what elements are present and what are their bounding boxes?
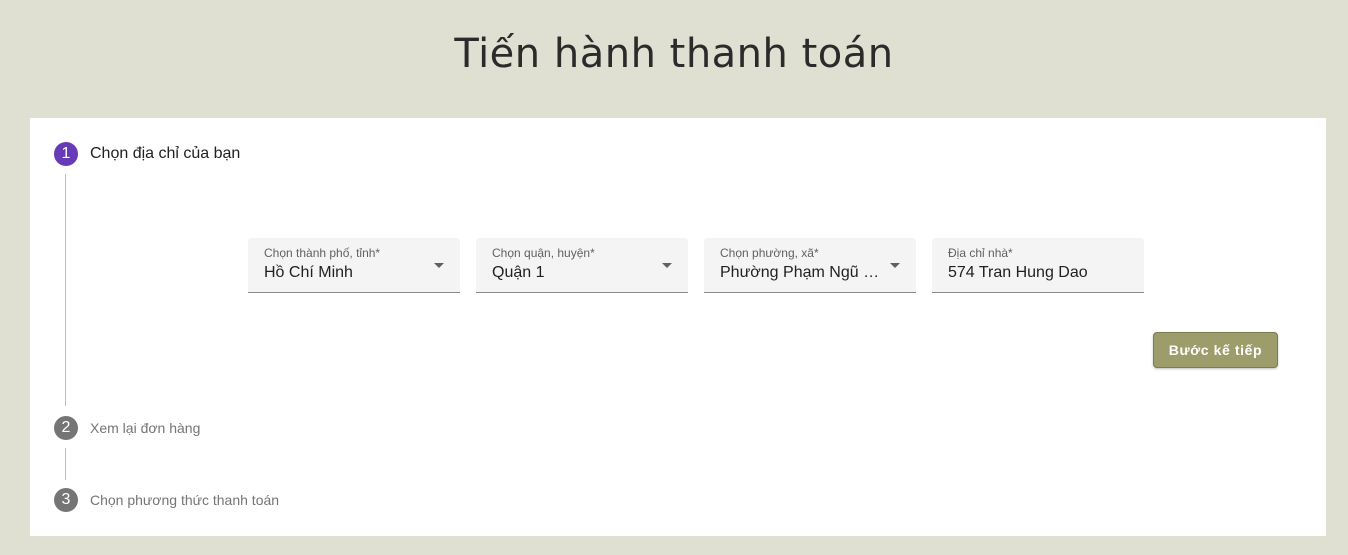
ward-select[interactable]: Chọn phường, xã* Phường Phạm Ngũ L… xyxy=(704,238,916,293)
page-title: Tiến hành thanh toán xyxy=(454,30,894,77)
district-select-label: Chọn quận, huyện* xyxy=(492,246,595,260)
step-1-number[interactable]: 1 xyxy=(54,142,78,166)
step-3-number[interactable]: 3 xyxy=(54,488,78,512)
step-3-label[interactable]: Chọn phương thức thanh toán xyxy=(90,492,279,508)
step-connector xyxy=(65,174,66,406)
ward-select-label: Chọn phường, xã* xyxy=(720,246,819,260)
step-2-number[interactable]: 2 xyxy=(54,416,78,440)
dropdown-arrow-icon[interactable] xyxy=(662,263,672,268)
step-1-label[interactable]: Chọn địa chỉ của bạn xyxy=(90,145,240,163)
city-select-value: Hồ Chí Minh xyxy=(264,264,353,281)
street-address-field[interactable]: Địa chỉ nhà* 574 Tran Hung Dao xyxy=(932,238,1144,293)
step-connector xyxy=(65,448,66,480)
dropdown-arrow-icon[interactable] xyxy=(890,263,900,268)
step-2-label[interactable]: Xem lại đơn hàng xyxy=(90,420,200,436)
street-address-label: Địa chỉ nhà* xyxy=(948,246,1013,260)
checkout-stepper: 1 Chọn địa chỉ của bạn Chọn thành phố, t… xyxy=(30,118,1326,536)
city-select-label: Chọn thành phố, tỉnh* xyxy=(264,246,381,260)
street-address-value[interactable]: 574 Tran Hung Dao xyxy=(948,264,1132,282)
district-select-value: Quận 1 xyxy=(492,264,545,281)
next-step-button[interactable]: Bước kế tiếp xyxy=(1153,332,1278,368)
district-select[interactable]: Chọn quận, huyện* Quận 1 xyxy=(476,238,688,293)
dropdown-arrow-icon[interactable] xyxy=(434,263,444,268)
ward-select-value: Phường Phạm Ngũ L… xyxy=(720,264,886,281)
city-select[interactable]: Chọn thành phố, tỉnh* Hồ Chí Minh xyxy=(248,238,460,293)
